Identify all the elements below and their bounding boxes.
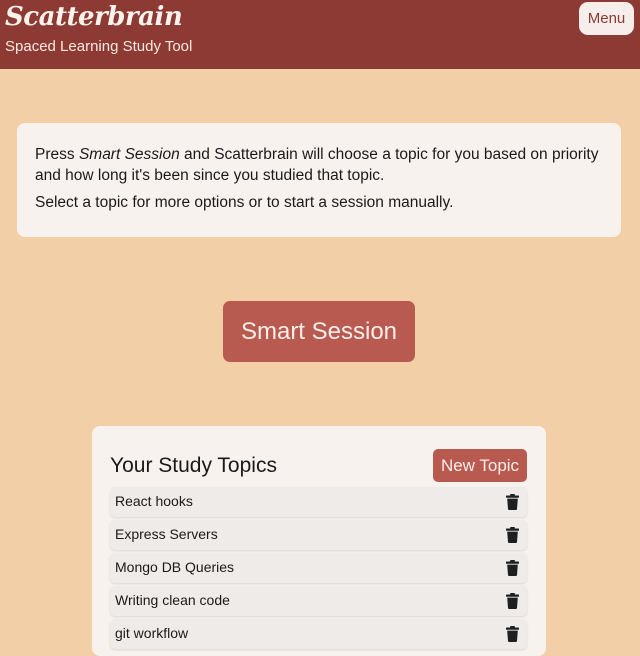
trash-icon[interactable] [506, 494, 519, 510]
topic-item-writing-clean-code[interactable]: Writing clean code [110, 586, 527, 616]
topic-label: Writing clean code [115, 592, 230, 608]
app-title: Scatterbrain [5, 2, 183, 32]
info-paragraph-smart-session: Press Smart Session and Scatterbrain wil… [35, 144, 603, 186]
info-text-prefix: Press [35, 146, 79, 163]
study-topics-card: Your Study Topics New Topic React hooks … [92, 426, 546, 656]
topic-label: Mongo DB Queries [115, 559, 235, 575]
topic-label: git workflow [115, 625, 189, 641]
topic-item-express-servers[interactable]: Express Servers [110, 520, 527, 550]
study-topics-title: Your Study Topics [110, 454, 277, 477]
trash-icon[interactable] [506, 560, 519, 576]
app-subtitle: Spaced Learning Study Tool [5, 38, 193, 55]
topic-label: React hooks [115, 493, 193, 509]
trash-icon[interactable] [506, 527, 519, 543]
info-text-emphasis: Smart Session [78, 146, 180, 163]
info-paragraph-select-topic: Select a topic for more options or to st… [35, 194, 454, 211]
topic-item-git-workflow[interactable]: git workflow [110, 619, 527, 649]
smart-session-button[interactable]: Smart Session [223, 301, 415, 362]
menu-button[interactable]: Menu [579, 2, 634, 35]
trash-icon[interactable] [506, 593, 519, 609]
topic-item-mongo-db-queries[interactable]: Mongo DB Queries [110, 553, 527, 583]
app-header: Scatterbrain Spaced Learning Study Tool … [0, 0, 640, 69]
topic-label: Express Servers [115, 526, 218, 542]
new-topic-button[interactable]: New Topic [433, 449, 527, 482]
topic-list: React hooks Express Servers Mongo DB Que… [110, 487, 527, 652]
topic-item-react-hooks[interactable]: React hooks [110, 487, 527, 517]
info-card: Press Smart Session and Scatterbrain wil… [17, 123, 621, 237]
